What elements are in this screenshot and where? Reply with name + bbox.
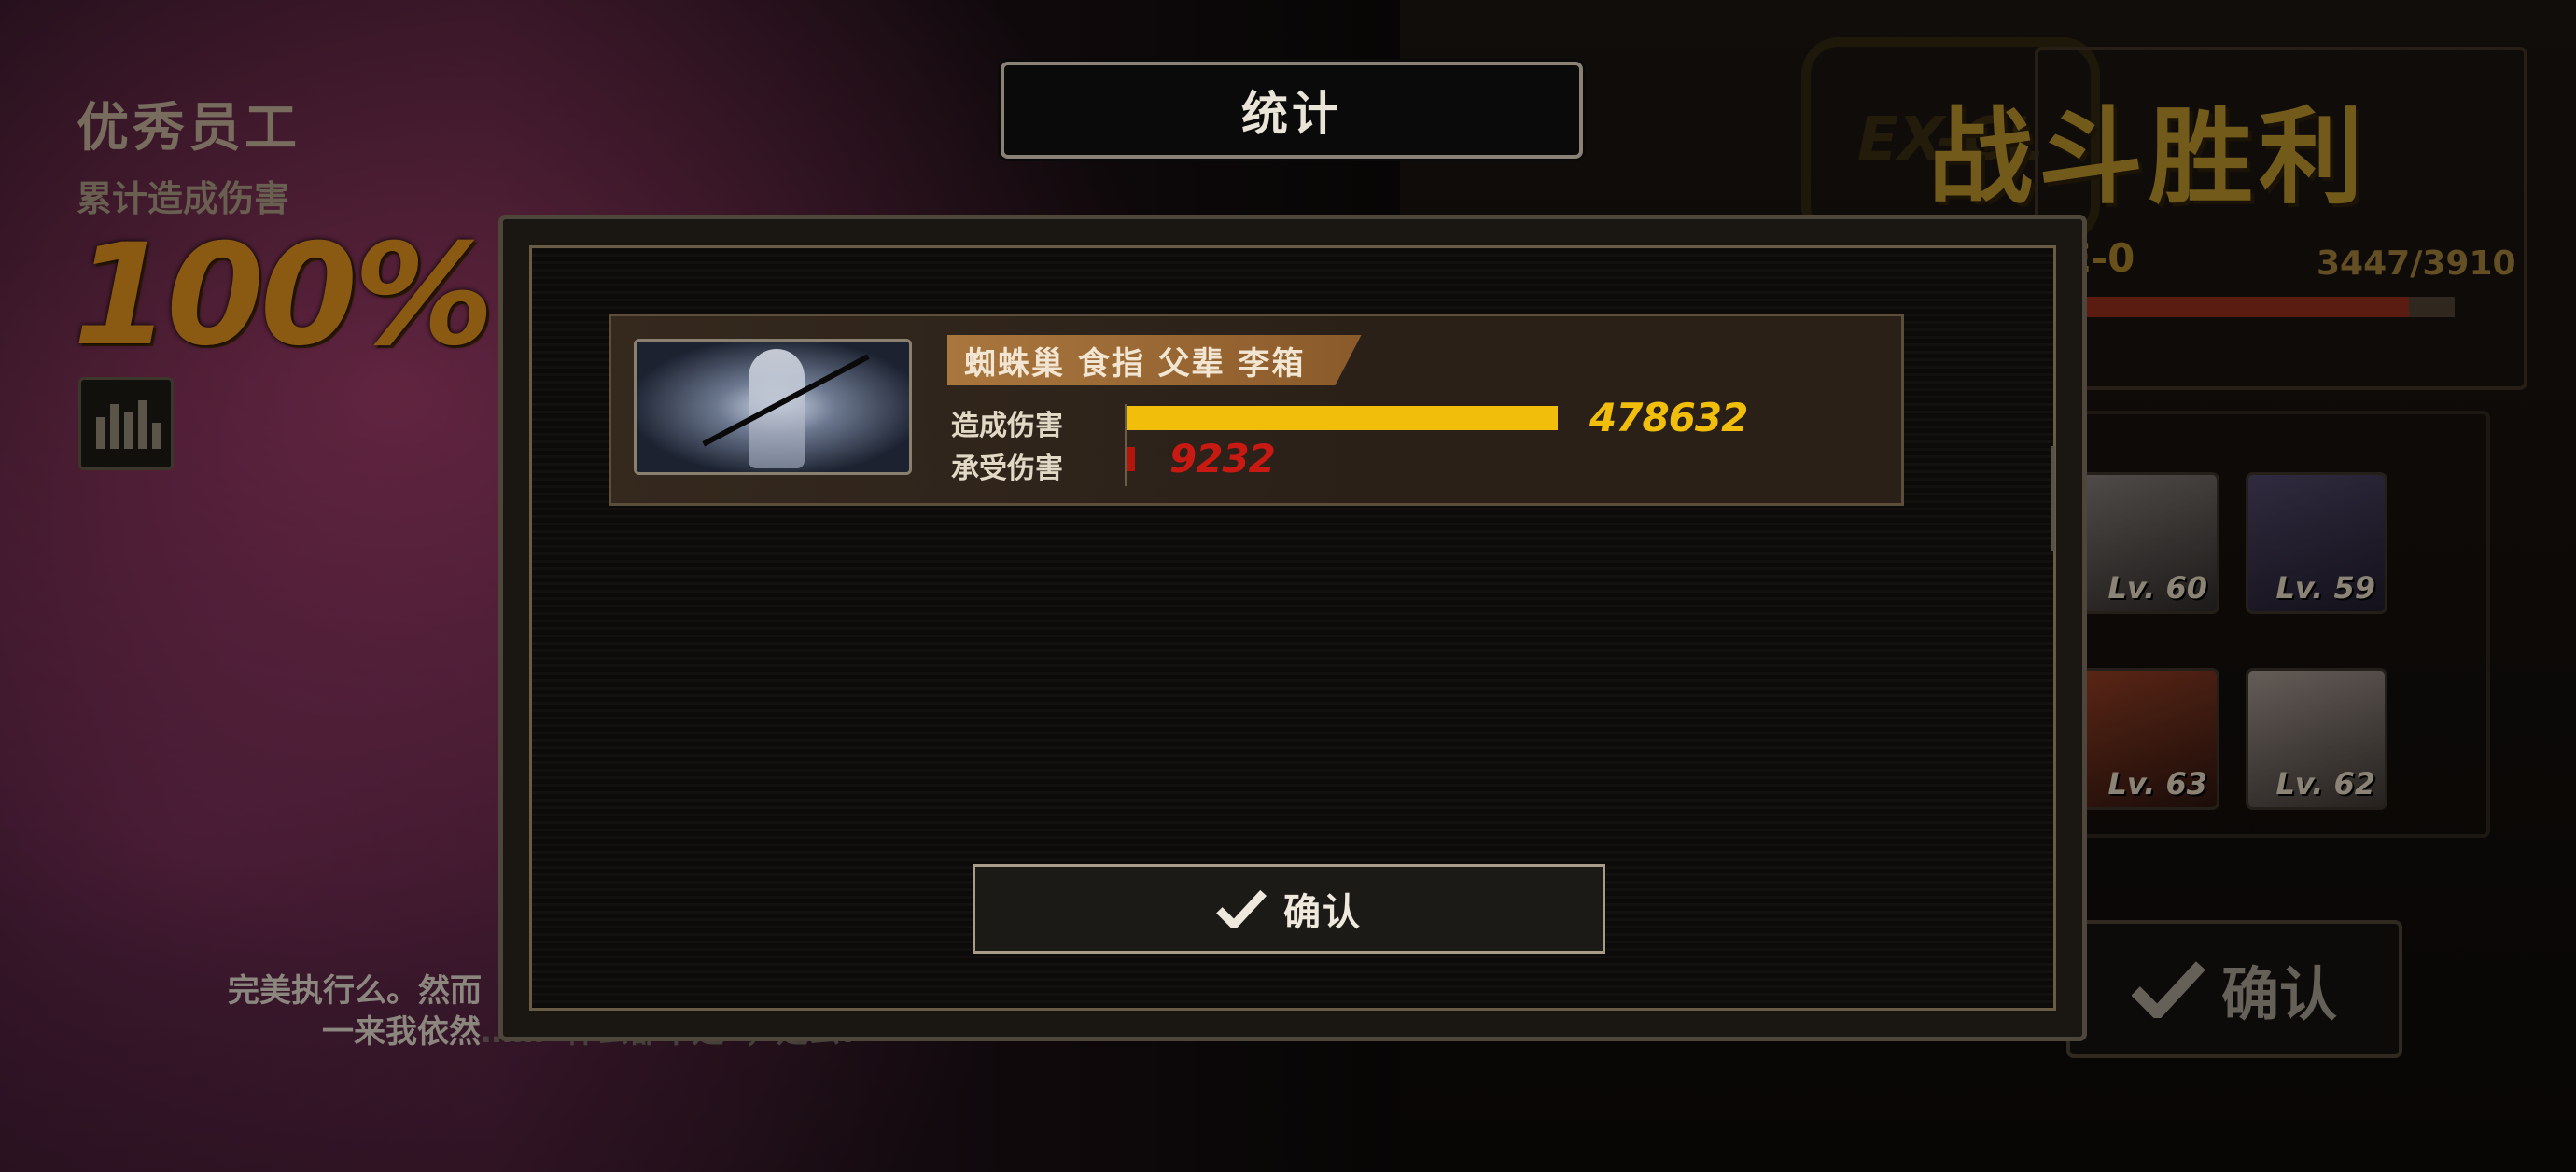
damage-taken-bar xyxy=(1127,447,1135,471)
damage-dealt-label: 造成伤害 xyxy=(951,410,1063,442)
modal-confirm-label: 确认 xyxy=(1283,891,1362,934)
damage-dealt-value: 478632 xyxy=(1589,395,1748,440)
stat-row: 蜘蛛巢 食指 父辈 李箱 造成伤害 承受伤害 478632 9232 xyxy=(609,314,1904,506)
modal-title: 统计 xyxy=(1241,87,1342,141)
character-name: 蜘蛛巢 食指 父辈 李箱 xyxy=(964,344,1306,383)
character-portrait xyxy=(634,339,912,475)
scrollbar[interactable] xyxy=(2051,446,2055,551)
character-name-tag: 蜘蛛巢 食指 父辈 李箱 xyxy=(947,335,1362,385)
modal-header: 统计 xyxy=(1001,62,1583,159)
damage-taken-label: 承受伤害 xyxy=(951,453,1063,485)
portrait-figure xyxy=(749,349,805,468)
modal-confirm-button[interactable]: 确认 xyxy=(973,864,1605,954)
checkmark-icon xyxy=(1216,889,1267,928)
damage-taken-value: 9232 xyxy=(1169,436,1276,481)
damage-dealt-bar xyxy=(1127,406,1558,430)
